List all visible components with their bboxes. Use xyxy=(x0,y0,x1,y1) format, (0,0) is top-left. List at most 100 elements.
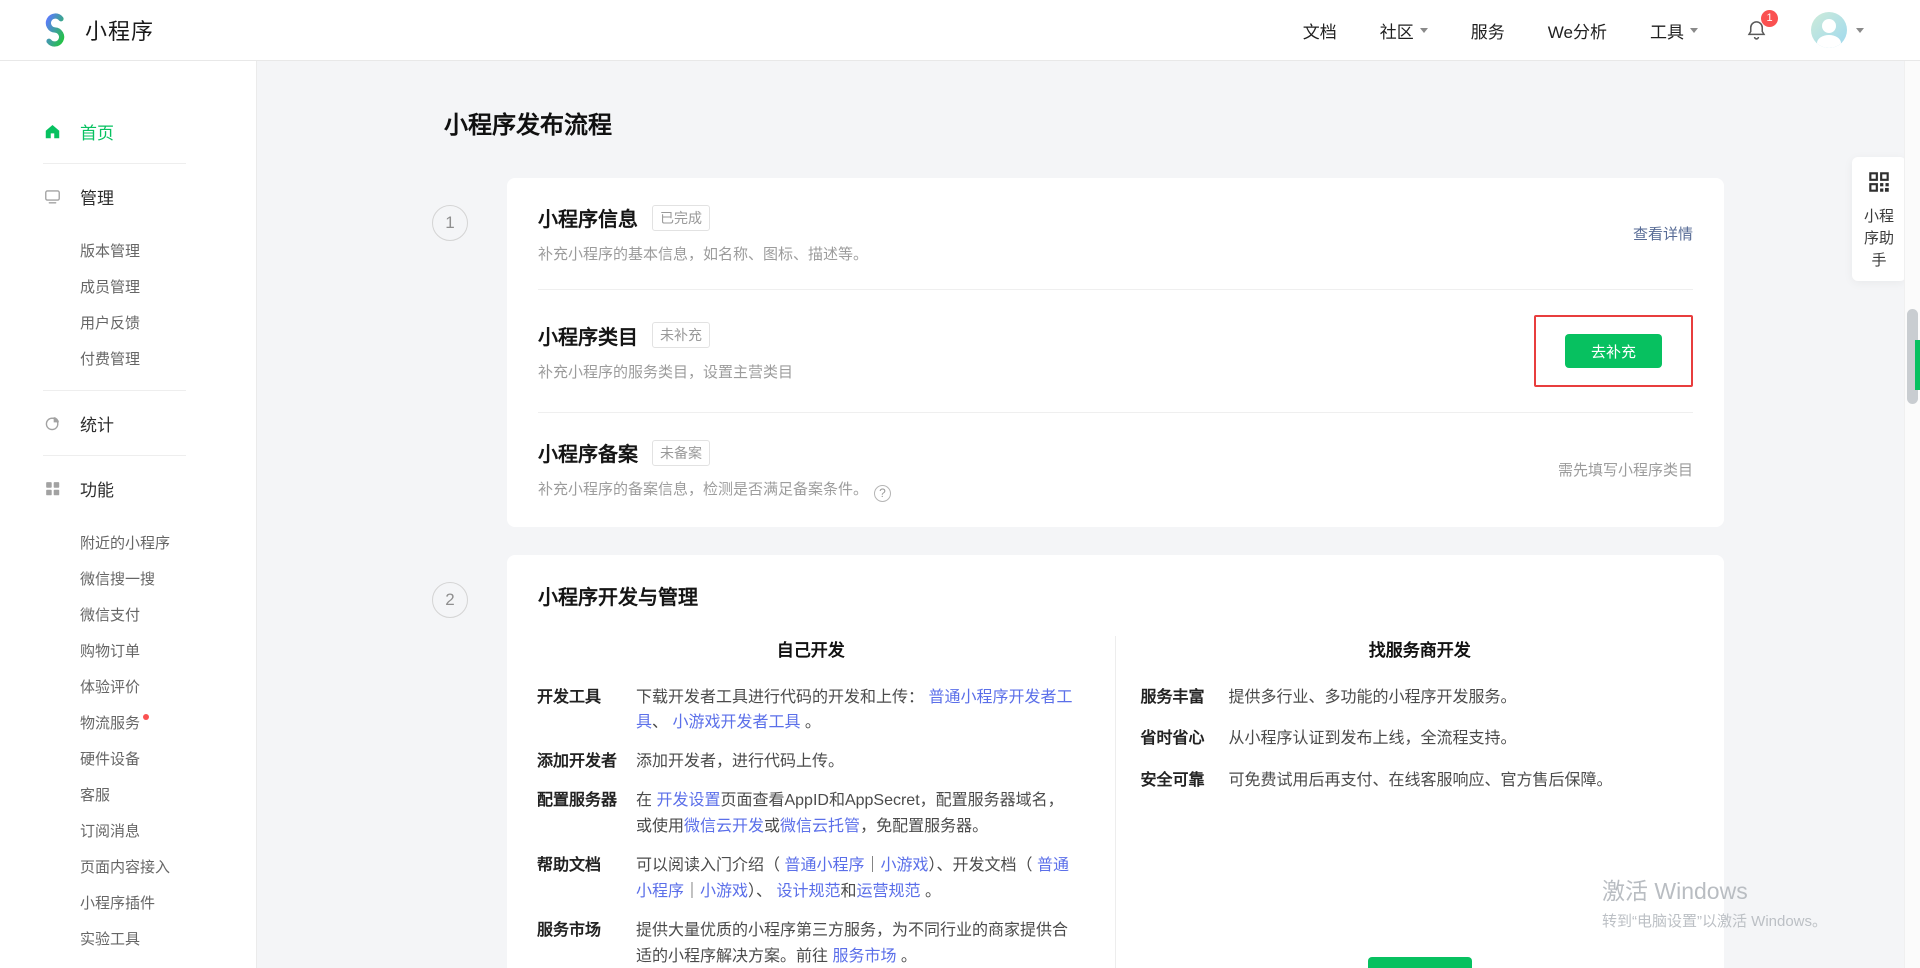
wechat-miniprogram-logo[interactable]: 小程序 xyxy=(37,12,154,48)
grid-icon xyxy=(43,479,62,498)
assistant-label: 小程序助手 xyxy=(1857,206,1901,271)
sidebar-item[interactable]: 付费管理 xyxy=(80,340,256,376)
chevron-down-icon xyxy=(1856,28,1864,37)
sidebar-item-label: 硬件设备 xyxy=(80,748,140,769)
scrollbar[interactable] xyxy=(1904,61,1920,968)
inline-link[interactable]: 小游戏 xyxy=(880,857,928,874)
dev-step-label: 添加开发者 xyxy=(537,749,636,775)
text-segment: 下载开发者工具进行代码的开发和上传： xyxy=(636,689,928,706)
inline-link[interactable]: 设计规范 xyxy=(777,883,841,900)
sidebar-item-management[interactable]: 管理 xyxy=(43,176,256,216)
management-icon xyxy=(43,187,62,206)
sidebar-item-label: 物流服务 xyxy=(80,712,140,733)
inline-link[interactable]: 开发设置 xyxy=(656,792,720,809)
sidebar-item-label: 体验评价 xyxy=(80,676,140,697)
development-card: 小程序开发与管理 自己开发 开发工具下载开发者工具进行代码的开发和上传： 普通小… xyxy=(507,555,1724,968)
text-segment: ｜ xyxy=(864,857,880,874)
inline-link[interactable]: 普通小程序 xyxy=(784,857,864,874)
row-title: 小程序备案 xyxy=(538,438,638,467)
inline-link[interactable]: 小游戏 xyxy=(700,883,748,900)
nav-label: We分析 xyxy=(1548,18,1607,43)
qr-code-icon xyxy=(1866,169,1892,195)
sidebar-item[interactable]: 硬件设备 xyxy=(80,740,256,776)
dev-step-row: 帮助文档可以阅读入门介绍（ 普通小程序｜小游戏）、开发文档（ 普通小程序｜小游戏… xyxy=(537,853,1075,905)
sidebar-item-label: 页面内容接入 xyxy=(80,856,170,877)
sidebar-group-label: 管理 xyxy=(80,184,114,209)
dev-step-content: 可以阅读入门介绍（ 普通小程序｜小游戏）、开发文档（ 普通小程序｜小游戏）、 设… xyxy=(636,853,1075,905)
sidebar-item-label: 客服 xyxy=(80,784,110,805)
nav-community[interactable]: 社区 xyxy=(1380,18,1428,43)
sidebar-item[interactable]: 用户反馈 xyxy=(80,304,256,340)
inline-link[interactable]: 小游戏开发者工具 xyxy=(672,714,800,731)
sidebar-item[interactable]: 购物订单 xyxy=(80,632,256,668)
sidebar-item[interactable]: 微信搜一搜 xyxy=(80,560,256,596)
dev-step-row: 添加开发者添加开发者，进行代码上传。 xyxy=(537,749,1075,775)
text-segment: 添加开发者，进行代码上传。 xyxy=(636,753,844,770)
text-segment: 在 xyxy=(636,792,656,809)
sidebar-item-label: 附近的小程序 xyxy=(80,532,170,553)
sidebar-item[interactable]: 小程序插件 xyxy=(80,884,256,920)
nav-label: 社区 xyxy=(1380,18,1414,43)
text-segment: ｜ xyxy=(684,883,700,900)
chevron-down-icon xyxy=(1690,28,1698,37)
self-develop-title: 自己开发 xyxy=(507,636,1115,661)
provider-feature-row: 服务丰富提供多行业、多功能的小程序开发服务。 xyxy=(1141,685,1685,711)
provider-feature-label: 服务丰富 xyxy=(1141,685,1229,711)
inline-link[interactable]: 服务市场 xyxy=(832,948,896,965)
dev-step-row: 配置服务器在 开发设置页面查看AppID和AppSecret，配置服务器域名，或… xyxy=(537,788,1075,840)
text-segment: 。 xyxy=(800,714,820,731)
provider-feature-row: 省时省心从小程序认证到发布上线，全流程支持。 xyxy=(1141,726,1685,752)
go-now-button[interactable]: 立即前往 xyxy=(1368,957,1472,968)
page-title: 小程序发布流程 xyxy=(444,105,1920,140)
service-provider-column: 找服务商开发 服务丰富提供多行业、多功能的小程序开发服务。省时省心从小程序认证到… xyxy=(1116,636,1725,968)
self-develop-column: 自己开发 开发工具下载开发者工具进行代码的开发和上传： 普通小程序开发者工具、 … xyxy=(507,636,1116,968)
nav-tools[interactable]: 工具 xyxy=(1650,18,1698,43)
sidebar-item-label: 微信支付 xyxy=(80,604,140,625)
sidebar-item-home[interactable]: 首页 xyxy=(43,111,256,151)
row-title: 小程序类目 xyxy=(538,321,638,350)
nav-docs[interactable]: 文档 xyxy=(1303,18,1337,43)
sidebar-item[interactable]: 版本管理 xyxy=(80,232,256,268)
divider xyxy=(43,163,186,164)
row-title: 小程序信息 xyxy=(538,203,638,232)
account-menu[interactable] xyxy=(1811,12,1864,48)
home-icon xyxy=(43,122,62,141)
divider xyxy=(43,455,186,456)
dev-step-content: 下载开发者工具进行代码的开发和上传： 普通小程序开发者工具、 小游戏开发者工具 … xyxy=(636,685,1075,737)
header-nav: 文档 社区 服务 We分析 工具 1 xyxy=(1303,12,1864,48)
sidebar-item[interactable]: 客服 xyxy=(80,776,256,812)
sidebar-item[interactable]: 体验评价 xyxy=(80,668,256,704)
sidebar-item-label: 版本管理 xyxy=(80,240,140,261)
sidebar-item[interactable]: 附近的小程序 xyxy=(80,524,256,560)
inline-link[interactable]: 微信云托管 xyxy=(780,818,860,835)
row-description: 补充小程序的基本信息，如名称、图标、描述等。 xyxy=(538,243,868,264)
main-content: 小程序发布流程 1 小程序信息 已完成 补充小程序的基本信息，如名称、图标、描述… xyxy=(257,61,1920,968)
sidebar-item-features[interactable]: 功能 xyxy=(43,468,256,508)
notification-badge: 1 xyxy=(1761,10,1778,27)
sidebar-item[interactable]: 物流服务 xyxy=(80,704,256,740)
sidebar-item[interactable]: 页面内容接入 xyxy=(80,848,256,884)
edge-green-tab[interactable] xyxy=(1915,340,1920,390)
nav-services[interactable]: 服务 xyxy=(1471,18,1505,43)
inline-link[interactable]: 微信云开发 xyxy=(684,818,764,835)
sidebar-item[interactable]: 实验工具 xyxy=(80,920,256,956)
sidebar-item-label: 付费管理 xyxy=(80,348,140,369)
sidebar-item-statistics[interactable]: 统计 xyxy=(43,403,256,443)
status-badge-not-filed: 未备案 xyxy=(652,440,710,466)
nav-we-analytics[interactable]: We分析 xyxy=(1548,18,1607,43)
miniprogram-assistant-widget[interactable]: 小程序助手 xyxy=(1852,157,1906,281)
help-icon[interactable]: ? xyxy=(874,485,891,502)
sidebar-group-label: 统计 xyxy=(80,411,114,436)
go-complete-category-button[interactable]: 去补充 xyxy=(1565,334,1662,368)
notification-bell[interactable]: 1 xyxy=(1745,19,1768,42)
text-segment: 和 xyxy=(841,883,857,900)
sidebar-item[interactable]: 成员管理 xyxy=(80,268,256,304)
step-row-filing: 小程序备案 未备案 补充小程序的备案信息，检测是否满足备案条件。? 需先填写小程… xyxy=(538,412,1693,527)
text-segment: 。 xyxy=(896,948,916,965)
sidebar-item[interactable]: 订阅消息 xyxy=(80,812,256,848)
sidebar-item[interactable]: 微信支付 xyxy=(80,596,256,632)
inline-link[interactable]: 运营规范 xyxy=(857,883,921,900)
step-row-miniprogram-info: 小程序信息 已完成 补充小程序的基本信息，如名称、图标、描述等。 查看详情 xyxy=(538,178,1693,289)
nav-label: 文档 xyxy=(1303,18,1337,43)
view-details-link[interactable]: 查看详情 xyxy=(1633,223,1693,244)
